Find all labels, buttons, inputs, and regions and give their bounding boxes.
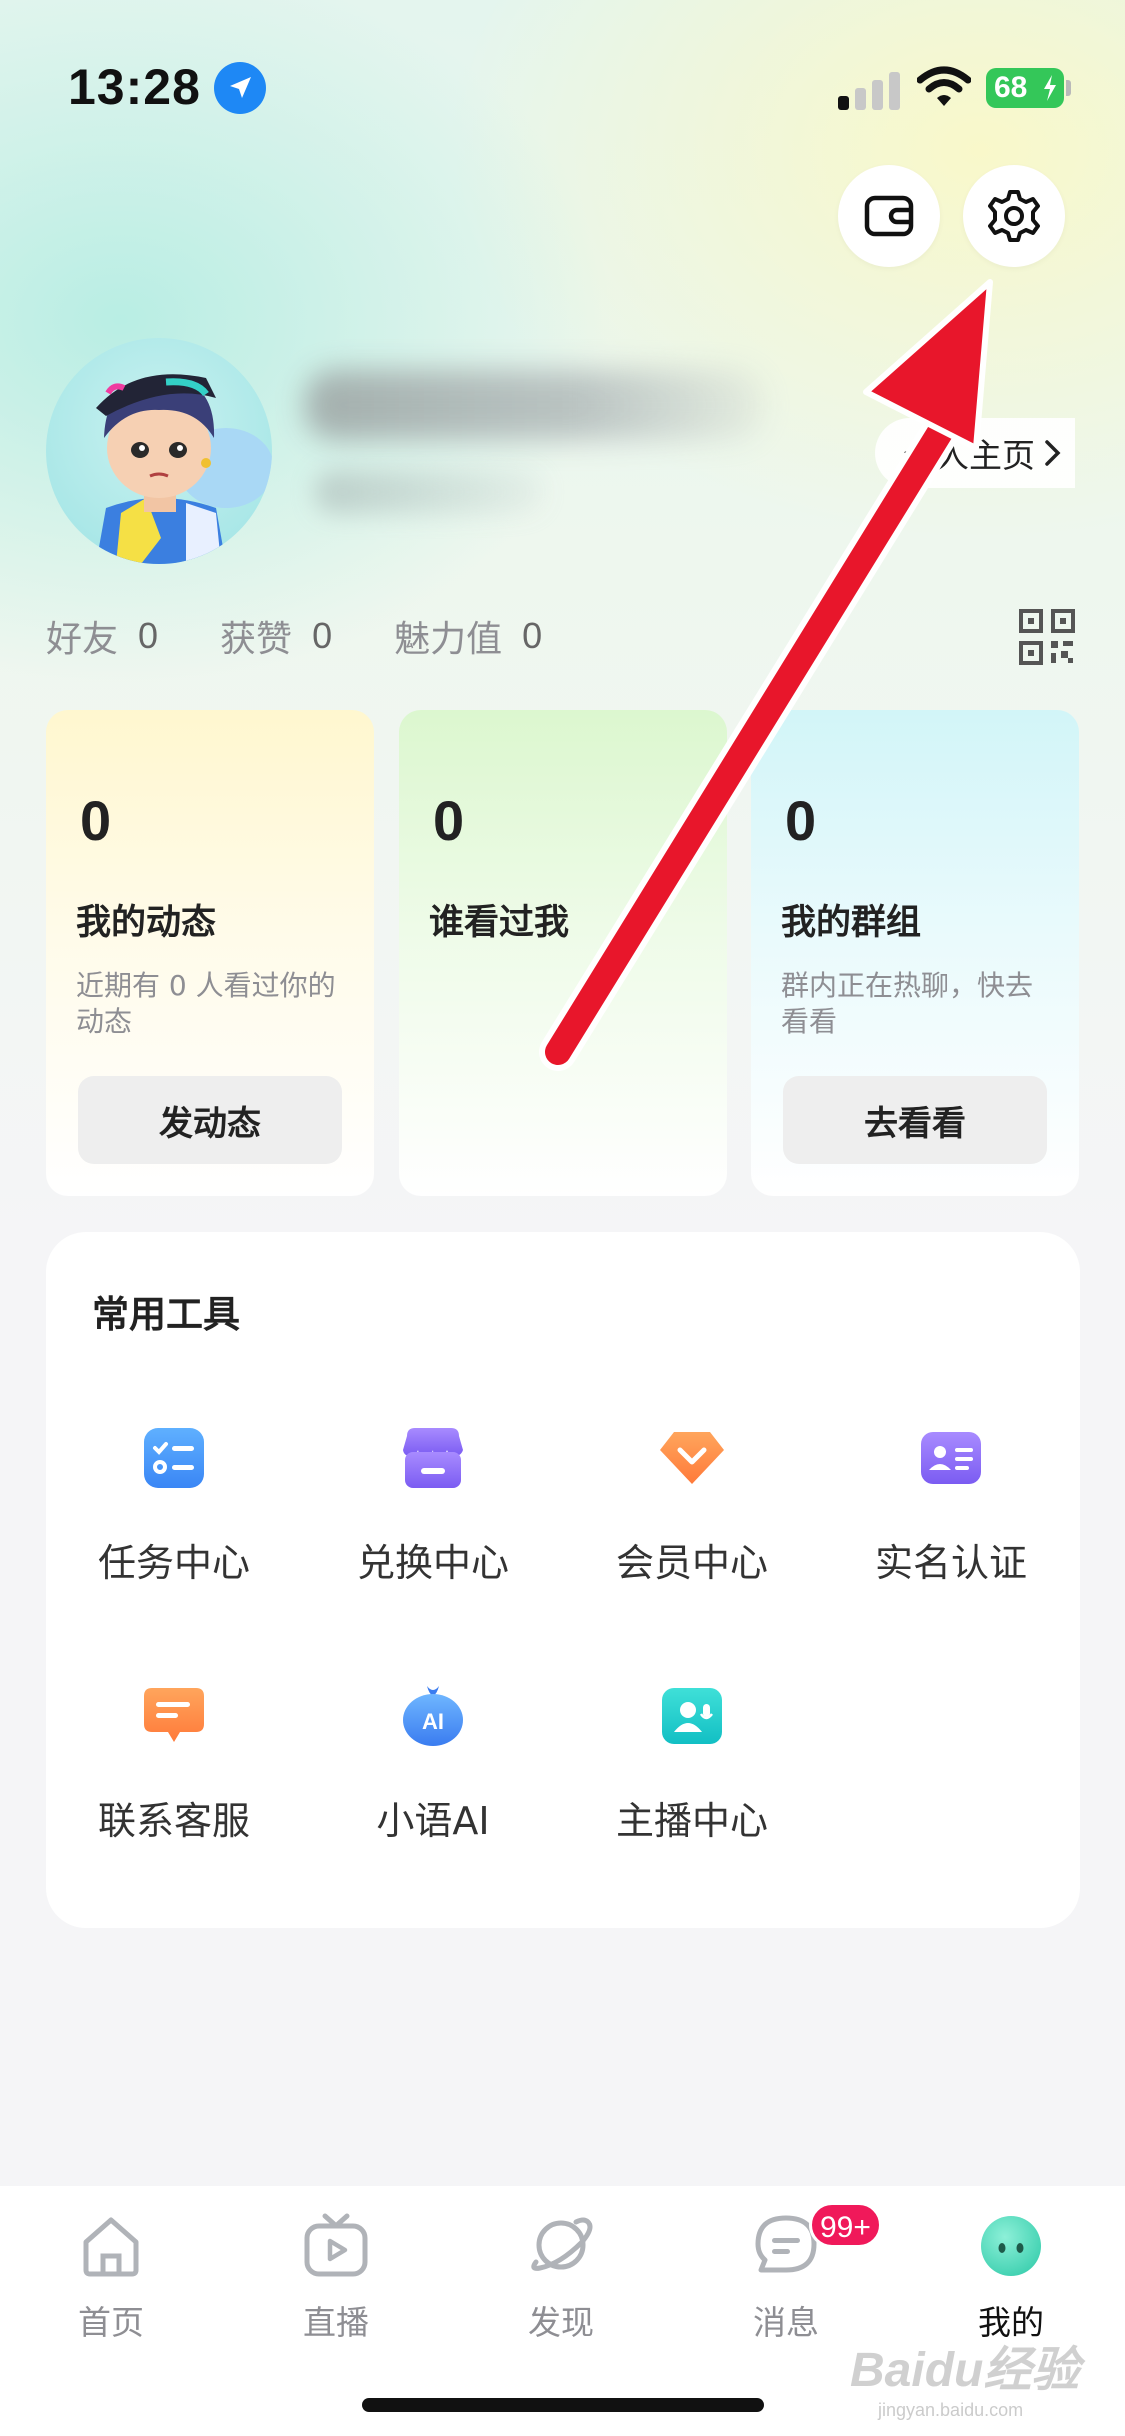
card-my-posts[interactable]: 0 我的动态 近期有 0 人看过你的动态 发动态: [46, 710, 374, 1196]
user-id-blurred: [315, 470, 545, 514]
card-count: 0: [785, 789, 817, 852]
battery-tip: [1066, 80, 1071, 96]
home-indicator: [362, 2398, 764, 2412]
tab-label: 直播: [303, 2303, 369, 2342]
chat-icon: [144, 1688, 204, 1742]
cellular-signal-icon: [838, 70, 902, 110]
post-button[interactable]: 发动态: [78, 1076, 342, 1164]
card-count: 0: [80, 789, 112, 852]
unread-badge: 99+: [809, 2202, 882, 2248]
card-count: 0: [433, 789, 465, 852]
settings-button[interactable]: [963, 165, 1065, 267]
tab-discover[interactable]: 发现: [486, 2210, 636, 2360]
tool-customer-service[interactable]: 联系客服: [59, 1680, 289, 1850]
store-icon: [403, 1428, 463, 1488]
task-icon: [144, 1428, 204, 1488]
profile-stats: 好友 0 获赞 0 魅力值 0: [46, 610, 604, 662]
avatar[interactable]: [46, 338, 272, 564]
tab-messages[interactable]: 消息 99+: [711, 2202, 882, 2360]
stat-label: 好友: [46, 619, 119, 660]
stat-value: 0: [522, 615, 543, 656]
tool-xiaoyu-ai[interactable]: AI 小语AI: [318, 1680, 548, 1850]
watermark-url: jingyan.baidu.com: [878, 2400, 1024, 2420]
wifi-icon: [916, 66, 972, 110]
vip-icon: [660, 1432, 724, 1484]
card-title: 我的群组: [781, 903, 922, 943]
homepage-button[interactable]: 个人主页: [875, 418, 1075, 488]
stat-charm[interactable]: 魅力值 0: [394, 610, 542, 662]
profile-page: 13:28 68 个人主页 好友 0 获赞 0 魅力值 0 0 我的动态 近期有…: [0, 0, 1125, 2436]
card-visitors[interactable]: 0 谁看过我: [399, 710, 727, 1196]
tool-real-name[interactable]: 实名认证: [836, 1422, 1066, 1592]
tab-label: 发现: [528, 2303, 594, 2342]
tool-vip-center[interactable]: 会员中心: [577, 1422, 807, 1592]
tool-label: 联系客服: [97, 1799, 250, 1843]
stat-label: 获赞: [220, 619, 293, 660]
tool-label: 实名认证: [874, 1541, 1027, 1585]
card-description: 近期有 0 人看过你的动态: [76, 969, 336, 1038]
gear-icon: [988, 190, 1040, 242]
tab-home[interactable]: 首页: [36, 2210, 186, 2360]
avatar-icon: [981, 2216, 1041, 2276]
svg-text:AI: AI: [422, 1709, 444, 1734]
status-time: 13:28: [68, 59, 201, 115]
card-title: 我的动态: [76, 903, 217, 943]
battery-level: 68: [994, 71, 1028, 104]
id-card-icon: [921, 1432, 981, 1484]
chevron-right-icon: [1045, 440, 1061, 466]
card-my-groups[interactable]: 0 我的群组 群内正在热聊，快去看看 去看看: [751, 710, 1079, 1196]
planet-icon: [531, 2217, 593, 2271]
tool-label: 兑换中心: [356, 1541, 509, 1585]
anchor-icon: [662, 1688, 722, 1744]
wallet-icon: [864, 195, 914, 237]
view-groups-button[interactable]: 去看看: [783, 1076, 1047, 1164]
tool-label: 任务中心: [97, 1541, 250, 1585]
tab-label: 首页: [78, 2303, 144, 2342]
tool-task-center[interactable]: 任务中心: [59, 1422, 289, 1592]
card-description: 群内正在热聊，快去看看: [781, 969, 1034, 1038]
tool-label: 会员中心: [615, 1541, 768, 1585]
tab-label: 消息: [753, 2303, 819, 2342]
stat-value: 0: [312, 615, 333, 656]
stat-friends[interactable]: 好友 0: [46, 610, 158, 662]
ai-icon: AI: [403, 1686, 463, 1746]
stat-value: 0: [138, 615, 159, 656]
tool-exchange-center[interactable]: 兑换中心: [318, 1422, 548, 1592]
card-title: 谁看过我: [429, 903, 570, 943]
location-icon: [214, 62, 266, 114]
battery-indicator: 68: [986, 68, 1064, 108]
wallet-button[interactable]: [838, 165, 940, 267]
stat-label: 魅力值: [394, 619, 503, 660]
tab-live[interactable]: 直播: [261, 2210, 411, 2360]
tools-panel: 常用工具 任务中心 兑换中心 会员中心 实名认证 联系客服 AI 小语AI 主播…: [46, 1232, 1080, 1928]
home-icon: [83, 2217, 139, 2277]
tv-icon: [304, 2213, 368, 2277]
homepage-label: 个人主页: [903, 436, 1035, 475]
qr-code-icon[interactable]: [1018, 608, 1076, 666]
tool-label: 主播中心: [615, 1799, 768, 1843]
tool-anchor-center[interactable]: 主播中心: [577, 1680, 807, 1850]
stat-likes[interactable]: 获赞 0: [220, 610, 332, 662]
tool-label: 小语AI: [376, 1799, 490, 1843]
username-blurred: [305, 370, 765, 440]
tools-title: 常用工具: [92, 1293, 240, 1336]
